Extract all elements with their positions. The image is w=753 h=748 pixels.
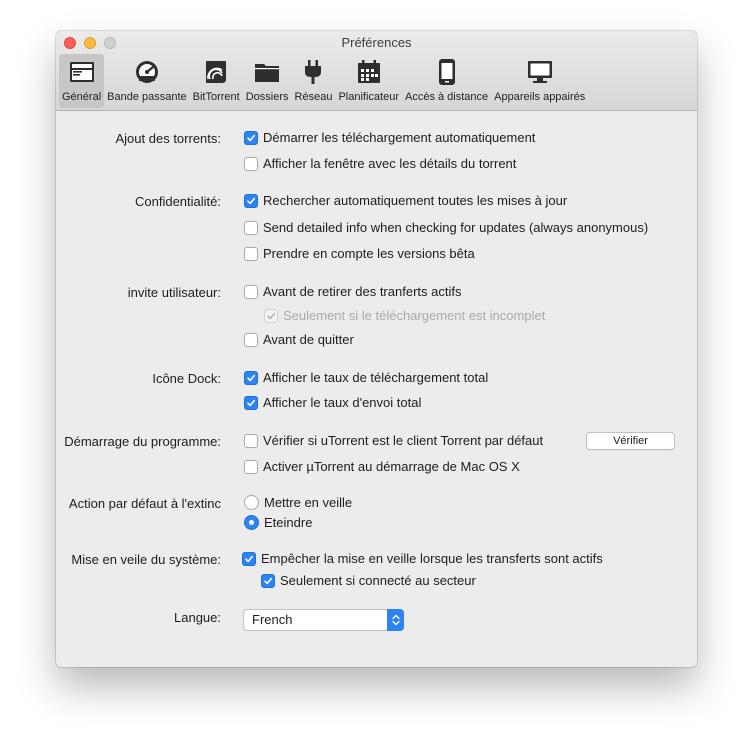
default-client-label: Vérifier si uTorrent est le client Torre… [263, 433, 544, 448]
option-dock-download-rate[interactable]: Afficher le taux de téléchargement total [244, 370, 488, 385]
folder-icon [251, 57, 283, 87]
dock-download-rate-label: Afficher le taux de téléchargement total [263, 370, 489, 385]
bittorrent-icon [200, 57, 232, 87]
option-sleep[interactable]: Mettre en veille [244, 495, 352, 510]
tab-general[interactable]: Général [59, 54, 105, 108]
dock-download-rate-checkbox[interactable] [244, 370, 258, 385]
verify-button[interactable]: Vérifier [586, 432, 675, 450]
tab-scheduler-label: Planificateur [338, 91, 399, 103]
option-launch-at-startup[interactable]: Activer µTorrent au démarrage de Mac OS … [244, 459, 520, 474]
dock-label: Icône Dock: [152, 371, 221, 386]
tab-network-label: Réseau [294, 91, 333, 103]
language-select[interactable]: French [243, 609, 404, 631]
invite-label: invite utilisateur: [127, 285, 221, 300]
tab-paired-devices-label: Appareils appairés [494, 91, 586, 103]
titlebar: Préférences Général Bande passante BitTo… [56, 31, 697, 111]
language-value: French [252, 612, 293, 627]
show-details-label: Afficher la fenêtre avec les détails du … [263, 156, 517, 171]
only-on-ac-label: Seulement si connecté au secteur [280, 573, 476, 588]
preferences-toolbar: Général Bande passante BitTorrent Dossie… [59, 54, 588, 108]
option-only-if-incomplete: Seulement si le téléchargement est incom… [264, 308, 545, 323]
auto-start-label: Démarrer les téléchargement automatiquem… [263, 130, 536, 145]
monitor-icon [524, 57, 556, 87]
preferences-window: Préférences Général Bande passante BitTo… [56, 31, 697, 667]
confidentialite-label: Confidentialité: [135, 194, 221, 209]
only-if-incomplete-checkbox [264, 308, 278, 323]
before-quit-label: Avant de quitter [263, 332, 354, 347]
option-dock-upload-rate[interactable]: Afficher le taux d'envoi total [244, 395, 421, 410]
detailed-info-label: Send detailed info when checking for upd… [263, 220, 649, 235]
tab-bandwidth-label: Bande passante [107, 91, 187, 103]
before-remove-label: Avant de retirer des tranferts actifs [263, 284, 462, 299]
option-shutdown[interactable]: Eteindre [244, 515, 312, 530]
chevron-updown-icon [387, 609, 404, 631]
option-default-client[interactable]: Vérifier si uTorrent est le client Torre… [244, 433, 543, 448]
beta-versions-checkbox[interactable] [244, 246, 258, 261]
tab-bittorrent-label: BitTorrent [192, 91, 240, 103]
demarrage-label: Démarrage du programme: [64, 434, 221, 449]
option-detailed-info[interactable]: Send detailed info when checking for upd… [244, 220, 648, 235]
launch-at-startup-label: Activer µTorrent au démarrage de Mac OS … [263, 459, 520, 474]
sleep-radio[interactable] [244, 495, 259, 510]
dock-upload-rate-checkbox[interactable] [244, 395, 258, 410]
prevent-sleep-label: Empêcher la mise en veille lorsque les t… [261, 551, 603, 566]
auto-updates-checkbox[interactable] [244, 193, 258, 208]
before-remove-checkbox[interactable] [244, 284, 258, 299]
option-auto-updates[interactable]: Rechercher automatiquement toutes les mi… [244, 193, 567, 208]
launch-at-startup-checkbox[interactable] [244, 459, 258, 474]
option-beta-versions[interactable]: Prendre en compte les versions bêta [244, 246, 475, 261]
action-label: Action par défaut à l'extinc [68, 496, 221, 511]
dock-upload-rate-label: Afficher le taux d'envoi total [263, 395, 422, 410]
option-only-on-ac-power[interactable]: Seulement si connecté au secteur [261, 573, 476, 588]
tab-network[interactable]: Réseau [292, 54, 336, 108]
phone-icon [431, 57, 463, 87]
tab-remote-access-label: Accès à distance [405, 91, 489, 103]
tab-general-label: Général [62, 91, 102, 103]
prevent-sleep-checkbox[interactable] [242, 551, 256, 566]
show-details-checkbox[interactable] [244, 156, 258, 171]
plug-icon [297, 57, 329, 87]
tab-folders-label: Dossiers [245, 91, 289, 103]
sleep-label: Mettre en veille [264, 495, 353, 510]
option-prevent-sleep[interactable]: Empêcher la mise en veille lorsque les t… [242, 551, 603, 566]
option-before-remove-active[interactable]: Avant de retirer des tranferts actifs [244, 284, 461, 299]
before-quit-checkbox[interactable] [244, 332, 258, 347]
option-auto-start[interactable]: Démarrer les téléchargement automatiquem… [244, 130, 535, 145]
veille-label: Mise en veile du système: [71, 552, 221, 567]
only-on-ac-checkbox[interactable] [261, 573, 275, 588]
detailed-info-checkbox[interactable] [244, 220, 258, 235]
tab-paired-devices[interactable]: Appareils appairés [491, 54, 588, 108]
auto-start-checkbox[interactable] [244, 130, 258, 145]
option-show-details-window[interactable]: Afficher la fenêtre avec les détails du … [244, 156, 516, 171]
general-icon [66, 57, 98, 87]
tab-remote-access[interactable]: Accès à distance [402, 54, 491, 108]
tab-bittorrent[interactable]: BitTorrent [190, 54, 243, 108]
langue-label: Langue: [174, 610, 221, 625]
shutdown-radio[interactable] [244, 515, 259, 530]
shutdown-label: Eteindre [264, 515, 313, 530]
window-title: Préférences [341, 35, 412, 50]
gauge-icon [131, 57, 163, 87]
only-if-incomplete-label: Seulement si le téléchargement est incom… [283, 308, 546, 323]
option-before-quit[interactable]: Avant de quitter [244, 332, 354, 347]
default-client-checkbox[interactable] [244, 433, 258, 448]
calendar-icon [353, 57, 385, 87]
tab-scheduler[interactable]: Planificateur [335, 54, 402, 108]
beta-versions-label: Prendre en compte les versions bêta [263, 246, 475, 261]
tab-folders[interactable]: Dossiers [243, 54, 292, 108]
auto-updates-label: Rechercher automatiquement toutes les mi… [263, 193, 568, 208]
ajout-label: Ajout des torrents: [115, 131, 222, 146]
tab-bandwidth[interactable]: Bande passante [104, 54, 190, 108]
